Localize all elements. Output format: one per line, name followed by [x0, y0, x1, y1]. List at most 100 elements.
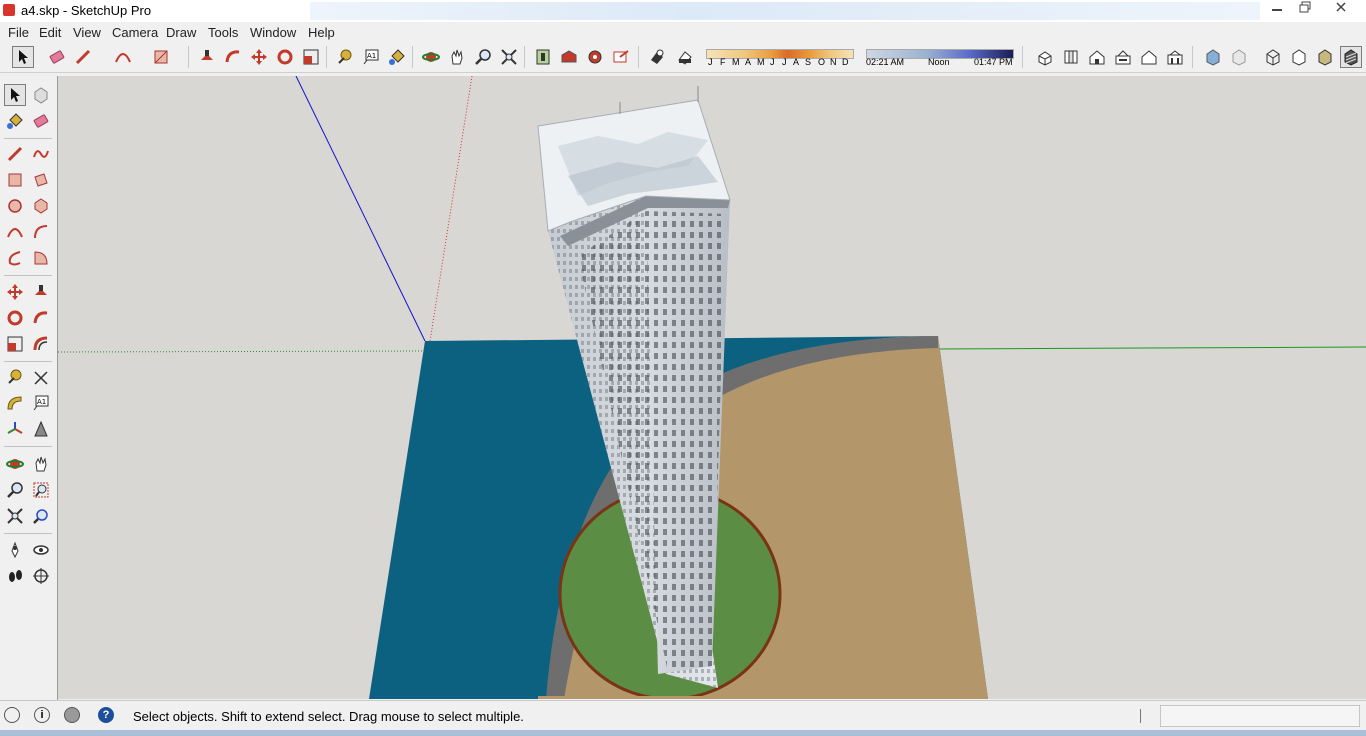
taskbar [0, 730, 1366, 736]
menu-view[interactable]: View [73, 25, 101, 40]
month-label: J [770, 57, 775, 67]
zoom-extents-icon[interactable] [4, 505, 26, 527]
menu-draw[interactable]: Draw [166, 25, 196, 40]
scale-icon[interactable] [300, 46, 322, 68]
pencil-icon[interactable] [72, 46, 94, 68]
zoom-window-icon[interactable] [30, 479, 52, 501]
look-around-icon[interactable] [30, 539, 52, 561]
tape-measure-icon[interactable] [4, 366, 26, 388]
back-edges-icon[interactable] [1228, 46, 1250, 68]
wireframe-icon[interactable] [1262, 46, 1284, 68]
rectangle-icon[interactable] [150, 46, 172, 68]
rectangle-icon[interactable] [4, 169, 26, 191]
rotate-icon[interactable] [4, 307, 26, 329]
restore-button[interactable] [1290, 0, 1320, 20]
title-bar-background [310, 2, 1260, 20]
month-label: M [757, 57, 765, 67]
shaded-textures-icon[interactable] [1340, 46, 1362, 68]
orbit-icon[interactable] [4, 453, 26, 475]
pan-icon[interactable] [30, 453, 52, 475]
follow-me-icon[interactable] [30, 307, 52, 329]
month-label: S [805, 57, 812, 67]
scale-icon[interactable] [4, 333, 26, 355]
push-pull-icon[interactable] [30, 281, 52, 303]
red-axis-dotted [429, 76, 473, 342]
month-label: A [745, 57, 752, 67]
zoom-icon[interactable] [472, 46, 494, 68]
help-icon[interactable]: ? [98, 707, 114, 723]
back-view-icon[interactable] [1138, 46, 1160, 68]
shadows-toggle-icon[interactable] [646, 46, 668, 68]
front-view-icon[interactable] [1086, 46, 1108, 68]
status-message: Select objects. Shift to extend select. … [133, 709, 524, 724]
arc-icon[interactable] [4, 221, 26, 243]
menu-camera[interactable]: Camera [112, 25, 158, 40]
right-view-icon[interactable] [1112, 46, 1134, 68]
three-point-arc-icon[interactable] [4, 247, 26, 269]
hidden-line-icon[interactable] [1288, 46, 1310, 68]
share-icon[interactable] [610, 46, 632, 68]
move-icon[interactable] [4, 281, 26, 303]
menu-window[interactable]: Window [250, 25, 296, 40]
rotate-icon[interactable] [274, 46, 296, 68]
position-camera-icon[interactable] [4, 539, 26, 561]
arc-icon[interactable] [112, 46, 134, 68]
text-icon[interactable]: A1 [360, 46, 382, 68]
left-view-icon[interactable] [1164, 46, 1186, 68]
window-title: a4.skp - SketchUp Pro [21, 3, 152, 18]
iso-view-icon[interactable] [1034, 46, 1056, 68]
menu-help[interactable]: Help [308, 25, 335, 40]
two-point-arc-icon[interactable] [30, 221, 52, 243]
zoom-icon[interactable] [4, 479, 26, 501]
paint-bucket-icon[interactable] [386, 46, 408, 68]
orbit-icon[interactable] [420, 46, 442, 68]
large-tool-set: A1 [0, 76, 58, 700]
rotated-rectangle-icon[interactable] [30, 169, 52, 191]
measurements-divider [1140, 709, 1141, 723]
protractor-icon[interactable] [4, 392, 26, 414]
menu-file[interactable]: File [8, 25, 29, 40]
circle-icon[interactable] [4, 195, 26, 217]
xray-icon[interactable] [1202, 46, 1224, 68]
move-icon[interactable] [248, 46, 270, 68]
axes-icon[interactable] [4, 418, 26, 440]
drawing-area[interactable] [58, 76, 1366, 699]
eraser-icon[interactable] [30, 110, 52, 132]
push-pull-icon[interactable] [196, 46, 218, 68]
top-view-icon[interactable] [1060, 46, 1082, 68]
previous-view-icon[interactable] [30, 505, 52, 527]
geo-location-icon[interactable] [4, 707, 20, 723]
user-icon[interactable] [64, 707, 80, 723]
pie-icon[interactable] [30, 247, 52, 269]
credits-icon[interactable]: i [34, 707, 50, 723]
tape-measure-icon[interactable] [334, 46, 356, 68]
walk-icon[interactable] [4, 565, 26, 587]
paint-bucket-icon[interactable] [4, 110, 26, 132]
select-icon[interactable] [4, 84, 26, 106]
dimension-icon[interactable] [30, 366, 52, 388]
close-button[interactable] [1326, 0, 1356, 20]
fog-icon[interactable] [674, 46, 696, 68]
component-icon[interactable] [30, 84, 52, 106]
section-plane-icon[interactable] [532, 46, 554, 68]
polygon-icon[interactable] [30, 195, 52, 217]
svg-text:A1: A1 [37, 398, 46, 406]
section-plane-icon[interactable] [30, 565, 52, 587]
shaded-icon[interactable] [1314, 46, 1336, 68]
minimize-button[interactable] [1262, 0, 1292, 20]
zoom-extents-icon[interactable] [498, 46, 520, 68]
warehouse-icon[interactable] [558, 46, 580, 68]
follow-me-icon[interactable] [222, 46, 244, 68]
freehand-icon[interactable] [30, 143, 52, 165]
line-icon[interactable] [4, 143, 26, 165]
extension-icon[interactable] [584, 46, 606, 68]
measurements-box[interactable] [1160, 705, 1360, 727]
select-icon[interactable] [12, 46, 34, 68]
3d-text-icon[interactable] [30, 418, 52, 440]
menu-tools[interactable]: Tools [208, 25, 238, 40]
offset-icon[interactable] [30, 333, 52, 355]
menu-edit[interactable]: Edit [39, 25, 61, 40]
pan-icon[interactable] [446, 46, 468, 68]
text-icon[interactable]: A1 [30, 392, 52, 414]
eraser-icon[interactable] [46, 46, 68, 68]
